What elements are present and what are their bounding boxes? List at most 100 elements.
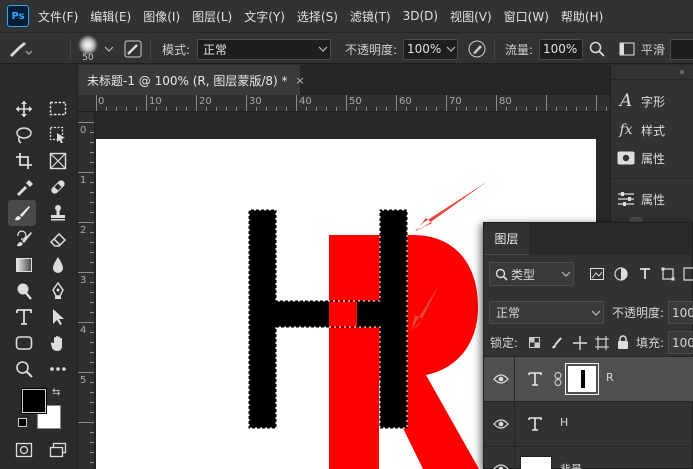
collapse-panels-icon[interactable]: » xyxy=(679,67,685,78)
default-colors-icon[interactable] xyxy=(18,418,27,427)
opacity-value: 100% xyxy=(407,42,442,56)
glyphs-panel-button[interactable]: A 字形 xyxy=(611,87,693,115)
visibility-eye-icon[interactable] xyxy=(493,418,509,430)
menu-layer[interactable]: 图层(L) xyxy=(192,8,232,25)
lasso-tool[interactable] xyxy=(10,122,38,148)
brush-icon xyxy=(15,206,30,221)
smoothing-field[interactable] xyxy=(670,38,693,60)
layer-row-background[interactable]: 背景 xyxy=(484,446,693,469)
brush-settings-toggle[interactable] xyxy=(124,33,142,65)
airbrush-toggle[interactable] xyxy=(589,33,605,65)
mode-select[interactable]: 正常 xyxy=(197,38,331,60)
layer-row-r[interactable]: R xyxy=(484,356,693,402)
smoothing-label: 平滑 xyxy=(641,42,666,57)
workspace-toggle[interactable] xyxy=(619,33,635,65)
menu-image[interactable]: 图像(I) xyxy=(143,8,180,25)
edit-toolbar-button[interactable] xyxy=(44,356,72,382)
adjustment-filter-icon[interactable] xyxy=(614,267,628,281)
adjustments-panel-button[interactable]: 属性 xyxy=(611,185,693,213)
vertical-ruler[interactable]: 0 1 2 3 4 5 xyxy=(78,112,95,469)
flow-field[interactable]: 100% xyxy=(539,38,583,60)
path-selection-tool[interactable] xyxy=(44,304,72,330)
menu-view[interactable]: 视图(V) xyxy=(450,8,492,25)
document-tab-title: 未标题-1 @ 100% (R, 图层蒙版/8) * xyxy=(87,73,288,88)
hand-icon xyxy=(50,336,62,351)
layers-tab[interactable]: 图层 xyxy=(484,223,529,255)
brush-preset-picker[interactable]: 50 xyxy=(78,33,98,65)
layer-mask-thumbnail[interactable] xyxy=(565,363,599,395)
layer-opacity-field[interactable]: 100 xyxy=(668,301,693,324)
more-dots-icon xyxy=(50,367,66,371)
screen-mode-button[interactable] xyxy=(44,437,72,463)
lasso-icon xyxy=(16,127,32,144)
fill-field[interactable]: 100 xyxy=(668,331,693,354)
pressure-opacity-toggle[interactable] xyxy=(467,33,487,65)
spot-healing-tool[interactable] xyxy=(44,174,72,200)
brush-tool-icon xyxy=(10,42,32,57)
layer-row-h[interactable]: H xyxy=(484,401,693,447)
horizontal-type-tool[interactable] xyxy=(10,304,38,330)
opacity-field[interactable]: 100% xyxy=(403,38,458,60)
link-chain-icon[interactable] xyxy=(554,372,562,386)
eyedropper-tool[interactable] xyxy=(10,174,38,200)
flow-value: 100% xyxy=(543,42,578,56)
history-brush-tool[interactable] xyxy=(10,226,38,252)
blend-mode-value: 正常 xyxy=(496,306,521,320)
lock-all-icon[interactable] xyxy=(617,335,629,349)
frame-tool[interactable] xyxy=(44,148,72,174)
filter-kind-select[interactable]: 类型 xyxy=(489,262,574,286)
quick-mask-button[interactable] xyxy=(10,437,38,463)
chevron-down-icon xyxy=(446,46,456,52)
close-tab-icon[interactable]: × xyxy=(296,74,305,87)
mask-black-bar xyxy=(581,370,585,388)
object-selection-tool[interactable] xyxy=(44,122,72,148)
styles-panel-button[interactable]: fx 样式 xyxy=(611,116,693,144)
type-filter-icon[interactable] xyxy=(639,268,651,280)
swap-colors-icon[interactable]: ⇆ xyxy=(52,387,60,398)
visibility-eye-icon[interactable] xyxy=(493,463,509,469)
rectangular-marquee-tool[interactable] xyxy=(44,96,72,122)
clone-stamp-tool[interactable] xyxy=(44,200,72,226)
document-tab-strip: « 未标题-1 @ 100% (R, 图层蒙版/8) * × xyxy=(0,65,610,95)
smart-object-filter-icon[interactable] xyxy=(683,267,693,281)
horizontal-ruler[interactable]: 0 10 20 30 40 50 60 70 80 xyxy=(78,95,610,112)
ruler-label: 50 xyxy=(349,96,362,107)
properties-icon xyxy=(611,151,641,165)
lock-artboard-icon[interactable] xyxy=(595,336,609,350)
move-tool[interactable] xyxy=(10,96,38,122)
pen-tool[interactable] xyxy=(44,278,72,304)
tool-preset-picker[interactable] xyxy=(6,33,32,65)
pixel-filter-icon[interactable] xyxy=(590,268,604,280)
blur-tool[interactable] xyxy=(44,252,72,278)
brush-tool[interactable] xyxy=(8,200,36,226)
properties-panel-button[interactable]: 属性 xyxy=(611,144,693,172)
zoom-tool[interactable] xyxy=(10,356,38,382)
crop-tool[interactable] xyxy=(10,148,38,174)
shape-filter-icon[interactable] xyxy=(661,267,675,281)
menu-select[interactable]: 选择(S) xyxy=(297,8,338,25)
lock-fill-row: 锁定: 填充: 100 xyxy=(484,331,693,355)
lock-transparent-pixels-icon[interactable] xyxy=(529,337,540,348)
eraser-tool[interactable] xyxy=(44,226,72,252)
menu-edit[interactable]: 编辑(E) xyxy=(90,8,131,25)
brush-dropdown-arrow[interactable] xyxy=(104,33,114,65)
lock-image-pixels-icon[interactable] xyxy=(550,336,562,350)
menu-help[interactable]: 帮助(H) xyxy=(561,8,603,25)
menu-filter[interactable]: 滤镜(T) xyxy=(350,8,391,25)
menu-file[interactable]: 文件(F) xyxy=(38,8,78,25)
layer-filter-row: 类型 xyxy=(484,261,693,287)
menu-type[interactable]: 文字(Y) xyxy=(244,8,285,25)
rectangle-tool[interactable] xyxy=(10,330,38,356)
lock-position-icon[interactable] xyxy=(573,336,587,350)
ruler-label: 5 xyxy=(80,375,87,386)
chevron-down-icon xyxy=(318,46,328,52)
menu-3d[interactable]: 3D(D) xyxy=(403,9,438,23)
blend-mode-select[interactable]: 正常 xyxy=(489,301,604,324)
document-tab[interactable]: 未标题-1 @ 100% (R, 图层蒙版/8) * × xyxy=(78,65,305,95)
hand-tool[interactable] xyxy=(44,330,72,356)
menu-window[interactable]: 窗口(W) xyxy=(504,8,549,25)
dodge-tool[interactable] xyxy=(10,278,38,304)
gradient-tool[interactable] xyxy=(10,252,38,278)
visibility-eye-icon[interactable] xyxy=(493,373,509,385)
foreground-color-swatch[interactable] xyxy=(21,388,47,414)
